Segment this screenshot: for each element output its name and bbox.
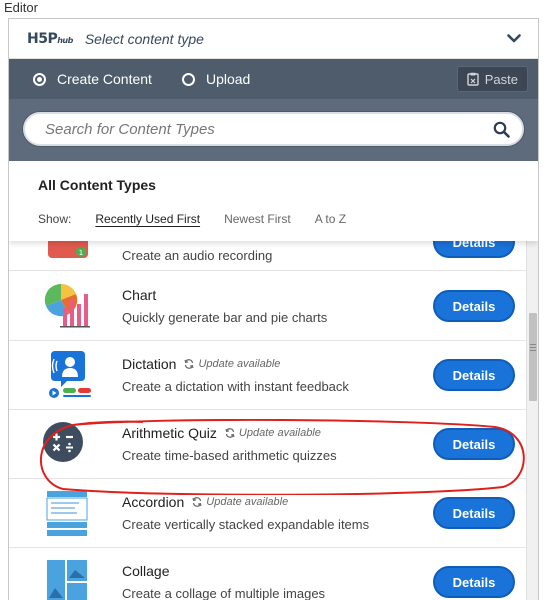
radio-selected-icon [33,72,46,86]
create-content-tab[interactable]: Create Content [33,71,152,87]
list-item[interactable]: 1 Create an audio recording Details [9,241,526,271]
sort-bar: Show: Recently Used First Newest First A… [38,212,538,226]
update-available-badge[interactable]: Update available [225,427,321,439]
clipboard-icon [467,72,479,86]
collage-icon [43,558,93,600]
update-available-badge[interactable]: Update available [192,496,288,508]
item-description: Create a dictation with instant feedback [122,379,349,394]
list-item[interactable]: Arithmetic Quiz Update available Create … [9,410,526,479]
all-content-types-title: All Content Types [38,177,156,193]
details-button[interactable]: Details [433,428,515,460]
sort-a-to-z[interactable]: A to Z [315,212,346,226]
editor-label: Editor [4,0,38,15]
upload-label: Upload [205,71,251,87]
item-title: Accordion [122,494,185,510]
list-item[interactable]: Chart Quickly generate bar and pie chart… [9,272,526,341]
search-input[interactable] [45,120,493,138]
item-description: Create time-based arithmetic quizzes [122,448,337,463]
item-title: Collage [122,563,170,579]
item-title: Arithmetic Quiz [122,425,217,441]
list-item[interactable]: Collage Create a collage of multiple ima… [9,548,526,600]
paste-label: Paste [484,71,518,87]
update-available-badge[interactable]: Update available [184,358,280,370]
chevron-down-icon[interactable] [504,29,524,49]
radio-unselected-icon [181,72,195,86]
accordion-icon [43,489,93,537]
create-content-label: Create Content [57,71,152,87]
item-description: Create vertically stacked expandable ite… [122,517,370,532]
item-title: Dictation [122,356,177,372]
item-description: Create an audio recording [122,248,273,263]
item-description: Create a collage of multiple images [122,586,326,600]
details-button[interactable]: Details [433,290,515,322]
details-button[interactable]: Details [433,241,515,258]
hub-header[interactable]: H5Phub Select content type [9,19,538,59]
list-scrollbar[interactable] [526,241,538,600]
list-item[interactable]: Dictation Update available Create a dict… [9,341,526,410]
upload-tab[interactable]: Upload [181,71,251,87]
content-type-list[interactable]: 1 Create an audio recording Details Char… [9,241,538,600]
refresh-icon [192,497,202,507]
scrollbar-thumb[interactable] [529,313,537,401]
dictation-icon [43,351,93,399]
search-icon[interactable] [493,121,510,138]
details-button[interactable]: Details [433,359,515,391]
audio-recorder-icon: 1 [43,241,93,260]
scrollbar-grip-icon [530,344,536,345]
show-label: Show: [38,212,72,226]
create-upload-tabs: Create Content Upload Paste [9,59,538,99]
refresh-icon [225,428,235,438]
page-margin [539,18,553,600]
sort-recently-used[interactable]: Recently Used First [95,212,200,226]
select-content-type-label: Select content type [84,30,204,47]
refresh-icon [184,359,195,369]
search-area [9,99,538,161]
h5p-hub-logo: H5Phub [27,30,73,47]
sort-newest-first[interactable]: Newest First [224,212,291,226]
search-box[interactable] [23,112,524,146]
h5p-hub: H5Phub Select content type Create Conten… [8,18,539,600]
svg-text:1: 1 [79,249,83,257]
details-button[interactable]: Details [433,497,515,529]
arithmetic-quiz-icon [43,422,93,470]
content-list-header: All Content Types Show: Recently Used Fi… [9,161,538,241]
chart-icon [43,282,93,330]
item-title: Chart [122,287,157,303]
item-description: Quickly generate bar and pie charts [122,310,328,325]
details-button[interactable]: Details [433,566,515,598]
list-item[interactable]: Accordion Update available Create vertic… [9,479,526,548]
paste-button[interactable]: Paste [456,66,528,92]
